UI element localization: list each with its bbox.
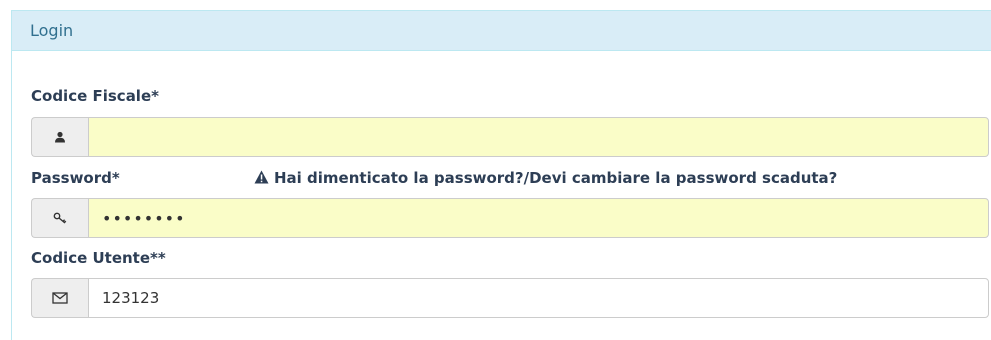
password-label: Password* — [31, 169, 120, 187]
panel-title: Login — [30, 21, 74, 40]
codice-utente-input[interactable] — [88, 278, 989, 318]
codice-fiscale-group — [31, 117, 989, 157]
envelope-icon — [31, 278, 88, 318]
key-icon — [31, 198, 88, 238]
login-panel: Login Codice Fiscale* Password* Hai dime… — [11, 10, 991, 340]
password-group — [31, 198, 989, 238]
warning-icon — [254, 169, 269, 187]
forgot-password-link[interactable]: Hai dimenticato la password?/Devi cambia… — [254, 169, 837, 187]
password-input[interactable] — [88, 198, 989, 238]
user-icon — [31, 117, 88, 157]
panel-heading: Login — [12, 11, 991, 51]
codice-fiscale-label: Codice Fiscale* — [31, 87, 159, 105]
codice-utente-label: Codice Utente** — [31, 249, 166, 267]
codice-fiscale-input[interactable] — [88, 117, 989, 157]
forgot-password-text: Hai dimenticato la password?/Devi cambia… — [274, 169, 838, 187]
codice-utente-group — [31, 278, 989, 318]
